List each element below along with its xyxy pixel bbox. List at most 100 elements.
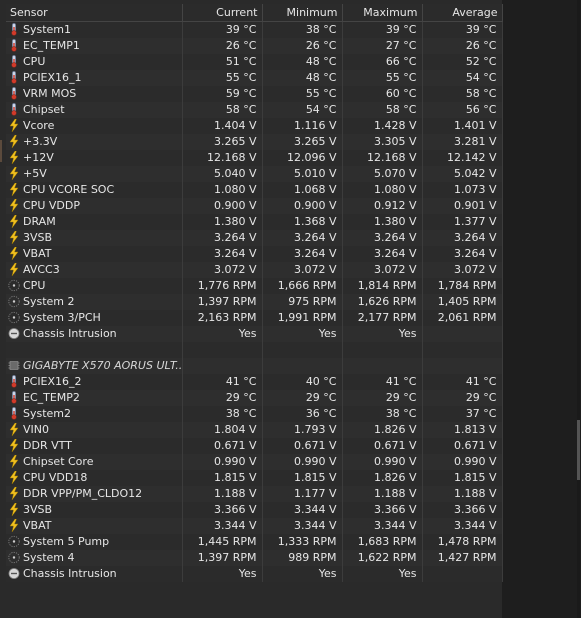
scrollbar-thumb[interactable] bbox=[577, 420, 580, 480]
sensor-name-cell: VRM MOS bbox=[6, 86, 183, 102]
sensor-row[interactable]: System 3/PCH 2,163 RPM 1,991 RPM 2,177 RPM 2… bbox=[6, 310, 503, 326]
sensor-row[interactable]: VBAT 3.264 V 3.264 V 3.264 V 3.264 V bbox=[6, 246, 503, 262]
sensor-row[interactable]: +12V 12.168 V 12.096 V 12.168 V 12.142 V bbox=[6, 150, 503, 166]
column-header-average[interactable]: Average bbox=[422, 4, 503, 22]
sensor-name-cell: EC_TEMP1 bbox=[6, 38, 183, 54]
column-header-minimum[interactable]: Minimum bbox=[262, 4, 343, 22]
sensor-name: System 2 bbox=[23, 295, 75, 308]
sensor-row[interactable]: CPU VCORE SOC 1.080 V 1.068 V 1.080 V 1.073 … bbox=[6, 182, 503, 198]
vertical-scrollbar[interactable] bbox=[577, 0, 580, 618]
current-value: 1.080 V bbox=[182, 182, 263, 198]
sensor-row[interactable]: DRAM 1.380 V 1.368 V 1.380 V 1.377 V bbox=[6, 214, 503, 230]
sensor-row[interactable]: 3VSB 3.366 V 3.344 V 3.366 V 3.366 V bbox=[6, 502, 503, 518]
thermometer-icon bbox=[8, 102, 20, 116]
sensor-row[interactable]: EC_TEMP2 29 °C 29 °C 29 °C 29 °C bbox=[6, 390, 503, 406]
lightning-icon bbox=[8, 422, 20, 436]
lightning-icon bbox=[8, 262, 20, 276]
sensor-row[interactable]: CPU 1,776 RPM 1,666 RPM 1,814 RPM 1,784 RPM bbox=[6, 278, 503, 294]
maximum-value: 1.080 V bbox=[342, 182, 423, 198]
sensor-row[interactable]: PCIEX16_1 55 °C 48 °C 55 °C 54 °C bbox=[6, 70, 503, 86]
sensor-row[interactable]: Chassis Intrusion Yes Yes Yes bbox=[6, 326, 503, 342]
average-value: 1,405 RPM bbox=[422, 294, 503, 310]
empty-cell bbox=[422, 342, 503, 358]
column-header-maximum[interactable]: Maximum bbox=[342, 4, 423, 22]
sensor-row[interactable]: VIN0 1.804 V 1.793 V 1.826 V 1.813 V bbox=[6, 422, 503, 438]
sensor-panel: Sensor Current Minimum Maximum Average S… bbox=[0, 0, 581, 618]
sensor-row[interactable]: PCIEX16_2 41 °C 40 °C 41 °C 41 °C bbox=[6, 374, 503, 390]
sensor-row[interactable]: AVCC3 3.072 V 3.072 V 3.072 V 3.072 V bbox=[6, 262, 503, 278]
sensor-rows: System1 39 °C 38 °C 39 °C 39 °C EC_TEMP1 26 °C… bbox=[6, 21, 503, 582]
group-header-row[interactable]: GIGABYTE X570 AORUS ULT... bbox=[6, 358, 503, 374]
minimum-value: 29 °C bbox=[262, 390, 343, 406]
sensor-row[interactable]: Chipset Core 0.990 V 0.990 V 0.990 V 0.990 V bbox=[6, 454, 503, 470]
sensor-row[interactable]: Vcore 1.404 V 1.116 V 1.428 V 1.401 V bbox=[6, 118, 503, 134]
average-value: 26 °C bbox=[422, 38, 503, 54]
sensor-name: 3VSB bbox=[23, 231, 53, 244]
sensor-row[interactable]: System 5 Pump 1,445 RPM 1,333 RPM 1,683 RPM… bbox=[6, 534, 503, 550]
sensor-row[interactable]: VRM MOS 59 °C 55 °C 60 °C 58 °C bbox=[6, 86, 503, 102]
maximum-value: 60 °C bbox=[342, 86, 423, 102]
average-value: 3.264 V bbox=[422, 230, 503, 246]
sensor-name: +3.3V bbox=[23, 135, 58, 148]
lightning-icon bbox=[8, 198, 20, 212]
sensor-name-cell: PCIEX16_1 bbox=[6, 70, 183, 86]
sensor-row[interactable]: System2 38 °C 36 °C 38 °C 37 °C bbox=[6, 406, 503, 422]
lightning-icon bbox=[8, 438, 20, 452]
sensor-name: AVCC3 bbox=[23, 263, 60, 276]
sensor-row[interactable]: System 2 1,397 RPM 975 RPM 1,626 RPM 1,405 R… bbox=[6, 294, 503, 310]
sensor-name-cell: System1 bbox=[6, 21, 183, 38]
fan-icon bbox=[8, 279, 20, 292]
minimum-value: 3.344 V bbox=[262, 502, 343, 518]
sensor-row[interactable]: CPU VDD18 1.815 V 1.815 V 1.826 V 1.815 V bbox=[6, 470, 503, 486]
minimum-value: 1.116 V bbox=[262, 118, 343, 134]
sensor-row[interactable]: DDR VPP/PM_CLDO12 1.188 V 1.177 V 1.188 V 1.… bbox=[6, 486, 503, 502]
average-value: 5.042 V bbox=[422, 166, 503, 182]
sensor-row[interactable]: Chipset 58 °C 54 °C 58 °C 56 °C bbox=[6, 102, 503, 118]
current-value: 0.671 V bbox=[182, 438, 263, 454]
thermometer-icon bbox=[8, 22, 20, 36]
sensor-name-cell: AVCC3 bbox=[6, 262, 183, 278]
sensor-table: Sensor Current Minimum Maximum Average S… bbox=[6, 4, 503, 582]
sensor-name-cell: DDR VTT bbox=[6, 438, 183, 454]
sensor-name: VBAT bbox=[23, 247, 52, 260]
sensor-row[interactable]: DDR VTT 0.671 V 0.671 V 0.671 V 0.671 V bbox=[6, 438, 503, 454]
sensor-name: System1 bbox=[23, 23, 72, 36]
minimum-value: 1.815 V bbox=[262, 470, 343, 486]
sensor-name: VRM MOS bbox=[23, 87, 77, 100]
sensor-name: Chipset Core bbox=[23, 455, 94, 468]
average-value: 54 °C bbox=[422, 70, 503, 86]
column-header-sensor[interactable]: Sensor bbox=[6, 4, 183, 22]
sensor-row[interactable]: 3VSB 3.264 V 3.264 V 3.264 V 3.264 V bbox=[6, 230, 503, 246]
sensor-row[interactable]: CPU 51 °C 48 °C 66 °C 52 °C bbox=[6, 54, 503, 70]
current-value: 41 °C bbox=[182, 374, 263, 390]
column-header-current[interactable]: Current bbox=[182, 4, 263, 22]
sensor-row[interactable]: +3.3V 3.265 V 3.265 V 3.305 V 3.281 V bbox=[6, 134, 503, 150]
sensor-row[interactable]: CPU VDDP 0.900 V 0.900 V 0.912 V 0.901 V bbox=[6, 198, 503, 214]
sensor-name: DDR VTT bbox=[23, 439, 72, 452]
sensor-name: DDR VPP/PM_CLDO12 bbox=[23, 487, 143, 500]
sensor-row[interactable]: Chassis Intrusion Yes Yes Yes bbox=[6, 566, 503, 582]
sensor-row[interactable]: System1 39 °C 38 °C 39 °C 39 °C bbox=[6, 21, 503, 38]
sensor-name-cell: Chipset bbox=[6, 102, 183, 118]
empty-cell bbox=[182, 342, 263, 358]
sensor-row[interactable]: EC_TEMP1 26 °C 26 °C 27 °C 26 °C bbox=[6, 38, 503, 54]
sensor-name-cell: VBAT bbox=[6, 246, 183, 262]
thermometer-icon bbox=[8, 390, 20, 404]
current-value: Yes bbox=[182, 326, 263, 342]
sensor-name-cell: Vcore bbox=[6, 118, 183, 134]
sensor-row[interactable]: +5V 5.040 V 5.010 V 5.070 V 5.042 V bbox=[6, 166, 503, 182]
empty-cell bbox=[6, 342, 183, 358]
average-value: 1,427 RPM bbox=[422, 550, 503, 566]
sensor-name: CPU bbox=[23, 55, 46, 68]
sensor-row[interactable]: System 4 1,397 RPM 989 RPM 1,622 RPM 1,427 R… bbox=[6, 550, 503, 566]
current-value: 3.344 V bbox=[182, 518, 263, 534]
sensor-name: CPU VDD18 bbox=[23, 471, 88, 484]
minimum-value: 3.264 V bbox=[262, 246, 343, 262]
minimum-value: 3.344 V bbox=[262, 518, 343, 534]
average-value: 41 °C bbox=[422, 374, 503, 390]
average-value: 56 °C bbox=[422, 102, 503, 118]
sensor-row[interactable]: VBAT 3.344 V 3.344 V 3.344 V 3.344 V bbox=[6, 518, 503, 534]
minimum-value: 1.793 V bbox=[262, 422, 343, 438]
sensor-name: VBAT bbox=[23, 519, 52, 532]
maximum-value: 1.428 V bbox=[342, 118, 423, 134]
